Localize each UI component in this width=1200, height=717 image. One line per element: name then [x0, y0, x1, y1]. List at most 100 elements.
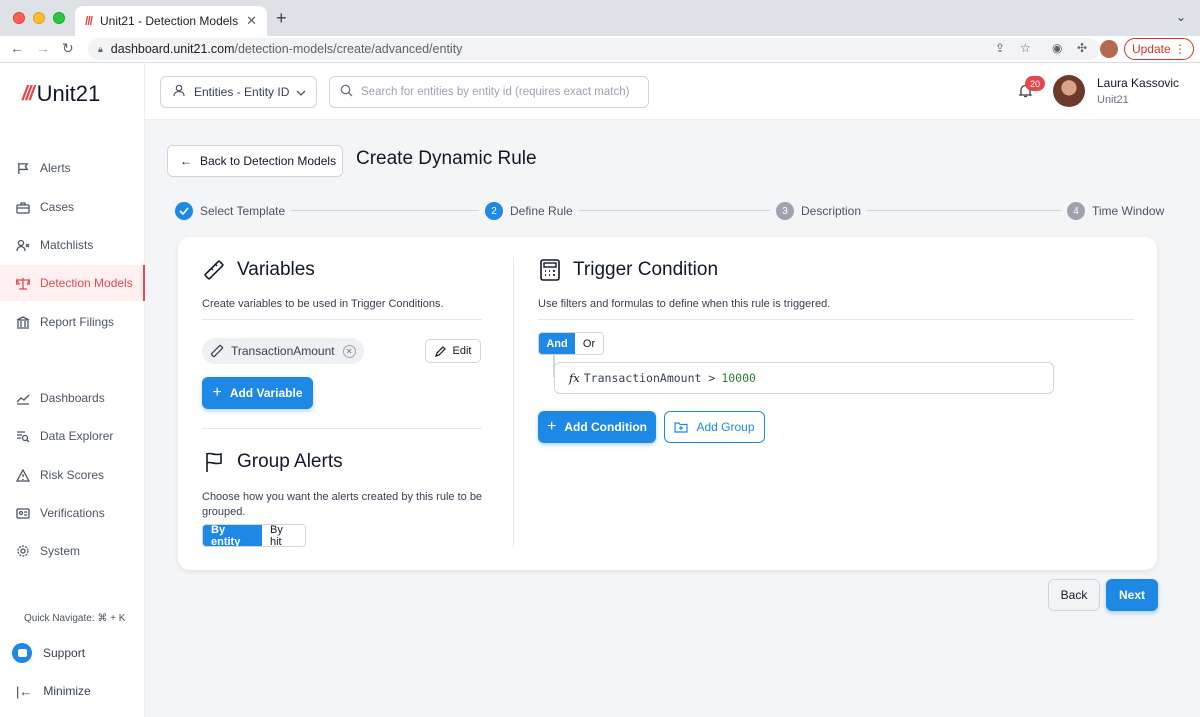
- forward-arrow-icon[interactable]: →: [36, 40, 50, 56]
- plus-icon: +: [212, 384, 222, 401]
- flag-icon: [202, 450, 226, 474]
- search-placeholder: Search for entities by entity id (requir…: [361, 86, 630, 98]
- maximize-window-button[interactable]: [53, 12, 65, 24]
- sidebar-item-alerts[interactable]: Alerts: [0, 150, 145, 186]
- step-number: 4: [1067, 202, 1085, 220]
- sidebar-item-label: Detection Models: [40, 276, 133, 290]
- back-arrow-icon[interactable]: ←: [10, 40, 24, 56]
- entity-search-input[interactable]: Search for entities by entity id (requir…: [329, 76, 649, 108]
- entity-type-select[interactable]: Entities - Entity ID: [160, 76, 317, 108]
- sidebar-item-label: Report Filings: [40, 315, 115, 329]
- check-icon: [175, 202, 193, 220]
- add-variable-button[interactable]: + Add Variable: [202, 377, 313, 409]
- arrow-left-icon: ←: [180, 154, 192, 168]
- add-group-button[interactable]: Add Group: [664, 411, 765, 443]
- chart-line-icon: [16, 391, 30, 405]
- id-card-icon: [16, 506, 30, 520]
- by-hit-option[interactable]: By hit: [262, 525, 305, 546]
- formula-fx-icon: fx: [569, 371, 580, 385]
- close-window-button[interactable]: [13, 12, 25, 24]
- trigger-heading: Trigger Condition: [538, 258, 718, 282]
- ruler-icon: [202, 258, 226, 282]
- avatar[interactable]: [1053, 75, 1085, 107]
- reload-icon[interactable]: ↻: [62, 40, 74, 57]
- sidebar: /// Unit21 Alerts Cases Matchlists Detec…: [0, 63, 145, 717]
- sidebar-item-system[interactable]: System: [0, 533, 145, 569]
- browser-tabbar: /// Unit21 - Detection Models ✕ + ⌄: [0, 0, 1200, 36]
- sidebar-item-cases[interactable]: Cases: [0, 189, 145, 225]
- new-tab-button[interactable]: +: [276, 8, 287, 29]
- divider: [202, 319, 482, 320]
- sidebar-item-detection-models[interactable]: Detection Models: [0, 265, 145, 301]
- tab-close-icon[interactable]: ✕: [246, 13, 257, 29]
- back-to-detection-models-button[interactable]: ← Back to Detection Models: [167, 145, 343, 177]
- sidebar-item-report-filings[interactable]: Report Filings: [0, 304, 145, 340]
- top-header: Entities - Entity ID Search for entities…: [145, 63, 1200, 120]
- sidebar-item-verifications[interactable]: Verifications: [0, 495, 145, 531]
- user-x-icon: [16, 238, 30, 252]
- extension-icon[interactable]: ◉: [1052, 41, 1062, 55]
- logic-operator-toggle: And Or: [538, 332, 604, 355]
- browser-tab[interactable]: /// Unit21 - Detection Models ✕: [75, 6, 267, 36]
- next-button[interactable]: Next: [1106, 579, 1158, 611]
- step-label: Define Rule: [510, 204, 573, 218]
- gear-icon: [16, 544, 30, 558]
- sidebar-item-label: Data Explorer: [40, 429, 114, 443]
- sidebar-item-data-explorer[interactable]: Data Explorer: [0, 418, 145, 454]
- variables-heading: Variables: [202, 258, 315, 282]
- sidebar-item-matchlists[interactable]: Matchlists: [0, 227, 145, 263]
- bookmark-star-icon[interactable]: ☆: [1020, 41, 1031, 55]
- user-org: Unit21: [1097, 94, 1129, 106]
- profile-avatar[interactable]: [1100, 40, 1118, 58]
- step-label: Select Template: [200, 204, 286, 218]
- scale-icon: [16, 276, 30, 290]
- group-alerts-heading: Group Alerts: [202, 450, 343, 474]
- or-option[interactable]: Or: [575, 333, 603, 354]
- condition-field: TransactionAmount: [583, 371, 702, 385]
- share-icon[interactable]: ⇪: [995, 41, 1005, 55]
- step-label: Description: [801, 204, 862, 218]
- by-entity-option[interactable]: By entity: [203, 525, 262, 546]
- support-label: Support: [43, 646, 86, 660]
- add-condition-button[interactable]: + Add Condition: [538, 411, 656, 443]
- step-description[interactable]: 3 Description: [770, 202, 868, 220]
- flag-icon: [16, 161, 30, 175]
- sidebar-item-label: Risk Scores: [40, 468, 105, 482]
- sidebar-item-label: Cases: [40, 200, 75, 214]
- sidebar-item-dashboards[interactable]: Dashboards: [0, 380, 145, 416]
- divider: [538, 319, 1134, 320]
- add-group-label: Add Group: [696, 420, 755, 434]
- sidebar-item-risk-scores[interactable]: Risk Scores: [0, 457, 145, 493]
- minimize-window-button[interactable]: [33, 12, 45, 24]
- add-condition-label: Add Condition: [564, 420, 647, 434]
- user-icon: [173, 84, 185, 100]
- condition-value: 10000: [721, 371, 756, 385]
- entity-select-value: Entities - Entity ID: [194, 85, 290, 99]
- back-button[interactable]: Back: [1048, 579, 1100, 611]
- edit-label: Edit: [452, 345, 472, 357]
- unit21-logo[interactable]: /// Unit21: [22, 81, 100, 107]
- back-label: Back to Detection Models: [200, 154, 337, 168]
- step-time-window[interactable]: 4 Time Window: [1061, 202, 1171, 220]
- remove-variable-icon[interactable]: ✕: [342, 344, 356, 358]
- sidebar-item-label: System: [40, 544, 81, 558]
- chat-icon: [12, 643, 32, 663]
- variable-chip[interactable]: TransactionAmount ✕: [202, 338, 364, 364]
- step-select-template[interactable]: Select Template: [169, 202, 292, 220]
- step-define-rule[interactable]: 2 Define Rule: [479, 202, 579, 220]
- lock-icon: 🔒︎: [98, 43, 103, 54]
- address-bar[interactable]: 🔒︎ dashboard.unit21.com/detection-models…: [88, 38, 1100, 60]
- trigger-condition-row[interactable]: fx TransactionAmount > 10000: [554, 362, 1054, 394]
- search-list-icon: [16, 429, 30, 443]
- edit-variable-button[interactable]: Edit: [425, 339, 481, 363]
- url-path: /detection-models/create/advanced/entity: [234, 42, 463, 56]
- logo-text: Unit21: [36, 81, 101, 106]
- minimize-label: Minimize: [43, 684, 91, 698]
- update-button[interactable]: Update ⋮: [1124, 38, 1194, 60]
- support-button[interactable]: Support: [0, 638, 145, 668]
- tab-search-chevron-icon[interactable]: ⌄: [1176, 10, 1186, 24]
- search-icon: [340, 84, 353, 100]
- minimize-sidebar-button[interactable]: |← Minimize: [0, 676, 145, 706]
- and-option[interactable]: And: [539, 333, 575, 354]
- puzzle-icon[interactable]: ✣: [1077, 41, 1087, 55]
